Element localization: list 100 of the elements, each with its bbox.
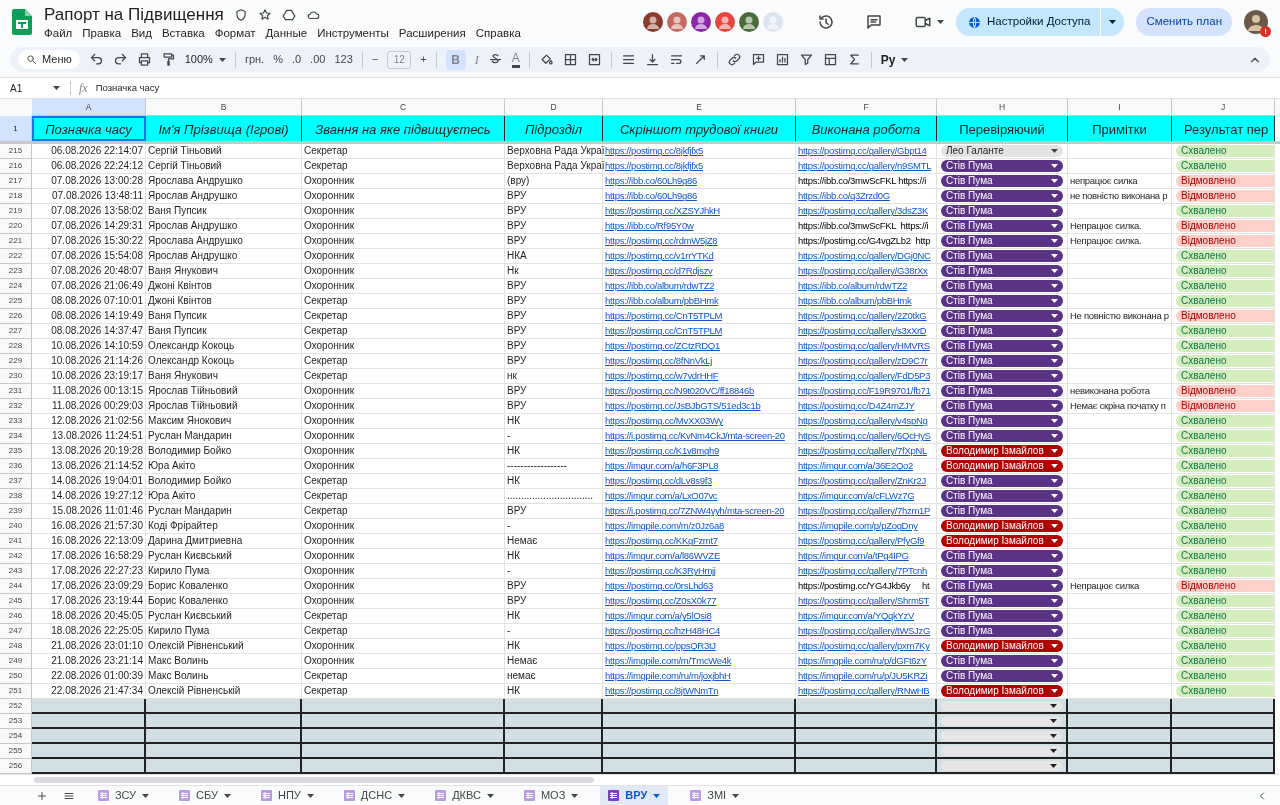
column-header[interactable]: E: [696, 100, 702, 114]
reviewer-chip[interactable]: Стів Пума: [941, 310, 1063, 323]
header-cell[interactable]: Примітки: [1068, 116, 1172, 142]
name-box[interactable]: A1: [0, 80, 70, 96]
reviewer-chip[interactable]: Стів Пума: [941, 625, 1063, 638]
link[interactable]: https://postimg.cc/gallery/PfyGf9: [798, 534, 925, 549]
avatar-icon[interactable]: [691, 12, 712, 32]
decrease-decimal-button[interactable]: .0: [291, 51, 302, 68]
link[interactable]: https://ibb.co/album/rdwTZ2: [798, 279, 908, 294]
shield-icon[interactable]: [233, 7, 248, 22]
link[interactable]: https://postimg.cc/hzH48HC4: [605, 624, 720, 639]
fill-color-icon[interactable]: [538, 52, 554, 67]
status-chip[interactable]: Схвалено: [1176, 610, 1274, 623]
link[interactable]: https://imgpile.com/ru/p/JU5KRZi: [798, 669, 928, 684]
link[interactable]: https://postimg.cc/8jkfjfx5: [605, 159, 704, 174]
link[interactable]: https://imgpile.com/m/TmcWe4k: [605, 654, 732, 669]
paint-format-icon[interactable]: [160, 52, 176, 67]
status-chip[interactable]: Схвалено: [1176, 445, 1274, 458]
link[interactable]: https://postimg.cc/w7vdrHHF: [605, 369, 719, 384]
search-icon[interactable]: [26, 54, 37, 65]
reviewer-chip[interactable]: Стів Пума: [941, 655, 1063, 668]
add-comment-icon[interactable]: [750, 52, 766, 67]
link[interactable]: https://imgpile.com/m/z0Jz6a8: [605, 519, 725, 534]
reviewer-chip[interactable]: Стів Пума: [941, 175, 1063, 188]
column-header[interactable]: C: [399, 100, 407, 114]
status-chip[interactable]: Схвалено: [1176, 520, 1274, 533]
link[interactable]: https://postimg.cc/D4Z4mZJY: [798, 399, 915, 414]
link[interactable]: https://postimg.cc/N9t020VC/ff18846b: [605, 384, 755, 399]
status-chip[interactable]: Схвалено: [1176, 280, 1274, 293]
status-chip[interactable]: Відмовлено: [1176, 385, 1274, 398]
link[interactable]: https://imgur.com/a/YQqkYzV: [798, 609, 914, 624]
menu-item[interactable]: Файл: [44, 25, 73, 40]
column-header[interactable]: D: [550, 100, 557, 114]
wrap-icon[interactable]: [668, 52, 684, 67]
add-sheet-icon[interactable]: [36, 789, 48, 802]
link[interactable]: https://postimg.cc/ZCtzRDQ1: [605, 339, 720, 354]
filter-icon[interactable]: [798, 52, 814, 67]
link[interactable]: https://postimg.cc/d7Rdjszv: [605, 264, 713, 279]
menu-item[interactable]: Вставка: [161, 25, 205, 40]
status-chip[interactable]: Схвалено: [1176, 625, 1274, 638]
link[interactable]: https://postimg.cc/gallery/HMVRS: [798, 339, 930, 354]
link[interactable]: https://ibb.co/Rf95Y0w: [605, 219, 694, 234]
menu-item[interactable]: Инструменты: [317, 25, 389, 40]
link[interactable]: https://postimg.cc/gallery/7hzm1P: [798, 504, 931, 519]
link[interactable]: https://postimg.cc/8fNnVkLj: [605, 354, 712, 369]
status-chip[interactable]: Схвалено: [1176, 295, 1274, 308]
header-cell[interactable]: Звання на яке підвищуєтесь: [302, 116, 505, 142]
link[interactable]: https://i.postimg.cc/7ZNW4yyh/mta-screen-20: [605, 504, 785, 519]
reviewer-chip[interactable]: Стів Пума: [941, 385, 1063, 398]
sheet-tab[interactable]: ЗМІ: [682, 785, 748, 805]
zoom-dropdown[interactable]: 100%: [184, 51, 226, 68]
search-menu-field[interactable]: Меню: [18, 50, 80, 69]
status-chip[interactable]: Схвалено: [1176, 265, 1274, 278]
chart-icon[interactable]: [774, 52, 790, 67]
header-cell[interactable]: Скріншот трудової книги: [603, 116, 796, 142]
status-chip[interactable]: Схвалено: [1176, 460, 1274, 473]
link[interactable]: https://imgur.com/a/cFLWz7G: [798, 489, 915, 504]
link[interactable]: https://postimg.cc/gallery/7fXpNL: [798, 444, 927, 459]
link[interactable]: https://postimg.cc/gallery/s3xXrD: [798, 324, 927, 339]
reviewer-chip[interactable]: Стів Пума: [941, 610, 1063, 623]
status-chip[interactable]: Схвалено: [1176, 550, 1274, 563]
status-chip[interactable]: Відмовлено: [1176, 400, 1274, 413]
reviewer-chip[interactable]: Стів Пума: [941, 280, 1063, 293]
comment-icon[interactable]: [865, 13, 884, 31]
reviewer-chip[interactable]: Володимир Ізмайлов: [941, 685, 1063, 698]
status-chip[interactable]: Відмовлено: [1176, 190, 1274, 203]
status-chip[interactable]: Схвалено: [1176, 670, 1274, 683]
link[interactable]: https://postimg.cc/gallery/zD9C7r: [798, 354, 928, 369]
reviewer-chip[interactable]: Стів Пума: [941, 220, 1063, 233]
status-chip[interactable]: Відмовлено: [1176, 235, 1274, 248]
reviewer-chip[interactable]: Стів Пума: [941, 670, 1063, 683]
font-size-plus-button[interactable]: +: [420, 51, 427, 68]
align-icon[interactable]: [620, 52, 636, 67]
status-chip[interactable]: Схвалено: [1176, 415, 1274, 428]
reviewer-chip[interactable]: Стів Пума: [941, 355, 1063, 368]
link[interactable]: https://imgpile.com/p/pZogDny: [798, 519, 918, 534]
status-chip[interactable]: Відмовлено: [1176, 220, 1274, 233]
link[interactable]: https://imgur.com/a/l86WVZE: [605, 549, 720, 564]
link[interactable]: https://postimg.cc/0rsLhd63: [605, 579, 714, 594]
redo-icon[interactable]: [112, 52, 128, 67]
table-icon[interactable]: [822, 52, 838, 67]
menu-item[interactable]: Правка: [82, 25, 122, 40]
menu-item[interactable]: Вид: [131, 25, 152, 40]
reviewer-chip[interactable]: Володимир Ізмайлов: [941, 445, 1063, 458]
horizontal-scrollbar[interactable]: [34, 777, 594, 784]
reviewer-chip[interactable]: Стів Пума: [941, 325, 1063, 338]
header-cell[interactable]: Підрозділ: [505, 116, 603, 142]
sheet-tab[interactable]: СБУ: [171, 785, 239, 805]
reviewer-chip[interactable]: Стів Пума: [941, 265, 1063, 278]
reviewer-chip[interactable]: Стів Пума: [941, 190, 1063, 203]
reviewer-chip[interactable]: Лео Галанте: [941, 145, 1063, 158]
link[interactable]: https://postimg.cc/F19R9701/fb71: [798, 384, 931, 399]
status-chip[interactable]: Схвалено: [1176, 325, 1274, 338]
link[interactable]: https://postimg.cc/CnT5TPLM: [605, 309, 723, 324]
sheet-tab[interactable]: ЗСУ: [90, 785, 158, 805]
menu-item[interactable]: Формат: [214, 25, 256, 40]
reviewer-chip[interactable]: Стів Пума: [941, 295, 1063, 308]
link[interactable]: https://i.postimg.cc/KvNm4CkJ/mta-screen-20: [605, 429, 785, 444]
borders-icon[interactable]: [562, 52, 578, 67]
reviewer-chip[interactable]: Стів Пума: [941, 160, 1063, 173]
